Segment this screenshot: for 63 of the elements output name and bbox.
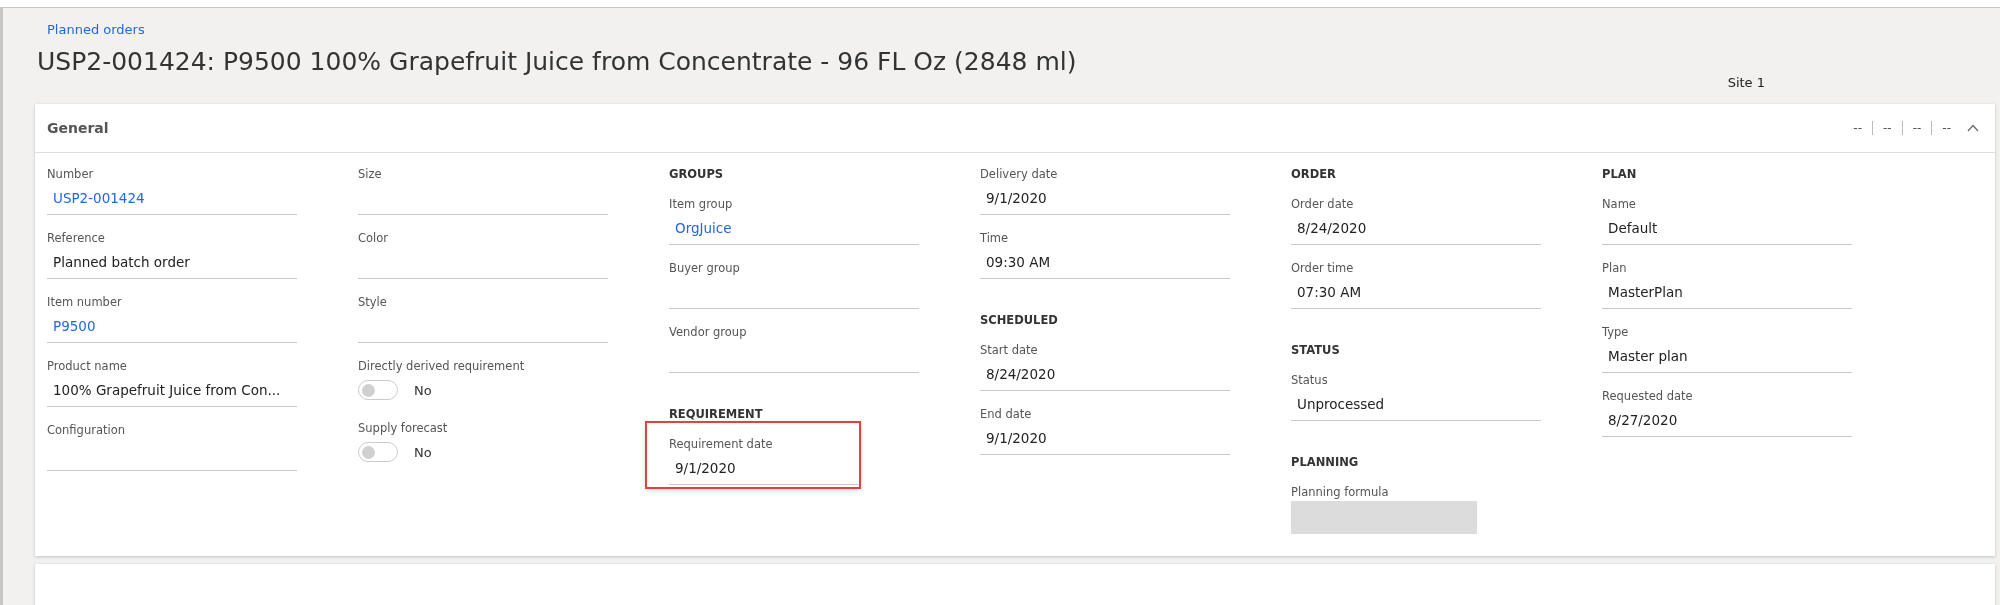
link-field[interactable]: OrgJuice <box>669 211 919 245</box>
field-label: Type <box>1602 325 1629 339</box>
section-heading: PLAN <box>1602 167 1637 181</box>
field-label: Status <box>1291 373 1328 387</box>
input-field[interactable]: 9/1/2020 <box>980 181 1230 215</box>
field-label: Requirement date <box>669 437 773 451</box>
summary-value: -- <box>1941 121 1952 135</box>
toggle-switch[interactable] <box>358 380 398 400</box>
summary-value: -- <box>1843 121 1873 135</box>
section-heading: GROUPS <box>669 167 724 181</box>
input-field[interactable]: Default <box>1602 211 1852 245</box>
field-label: End date <box>980 407 1032 421</box>
link-field[interactable]: P9500 <box>47 309 297 343</box>
field-label: Item group <box>669 197 733 211</box>
field-label: Delivery date <box>980 167 1058 181</box>
summary-value: -- <box>1902 121 1933 135</box>
input-field[interactable]: 07:30 AM <box>1291 275 1541 309</box>
toggle-value: No <box>414 444 432 460</box>
input-field[interactable]: 8/27/2020 <box>1602 403 1852 437</box>
field-label: Planning formula <box>1291 485 1389 499</box>
field-label: Configuration <box>47 423 125 437</box>
field-label: Style <box>358 295 387 309</box>
section-heading: SCHEDULED <box>980 313 1058 327</box>
site-label: Site 1 <box>1727 75 1765 90</box>
input-field[interactable]: 8/24/2020 <box>980 357 1230 391</box>
section-heading: REQUIREMENT <box>669 407 763 421</box>
field-label: Item number <box>47 295 122 309</box>
input-field[interactable]: 09:30 AM <box>980 245 1230 279</box>
section-heading: STATUS <box>1291 343 1340 357</box>
field-label: Order date <box>1291 197 1354 211</box>
input-field[interactable]: 100% Grapefruit Juice from Con... <box>47 373 297 407</box>
section-heading: ORDER <box>1291 167 1336 181</box>
input-field[interactable]: 9/1/2020 <box>980 421 1230 455</box>
summary-value: -- <box>1873 121 1903 135</box>
field-label: Number <box>47 167 94 181</box>
section-heading: PLANNING <box>1291 455 1359 469</box>
field-label: Supply forecast <box>358 421 448 435</box>
field-label: Requested date <box>1602 389 1693 403</box>
field-label: Order time <box>1291 261 1354 275</box>
field-label: Directly derived requirement <box>358 359 525 373</box>
field-label: Size <box>358 167 382 181</box>
input-field[interactable]: Master plan <box>1602 339 1852 373</box>
field-label: Time <box>980 231 1009 245</box>
input-field[interactable]: MasterPlan <box>1602 275 1852 309</box>
page-title: USP2-001424: P9500 100% Grapefruit Juice from Concentrate - 96 FL Oz (2848 ml) <box>37 47 1077 76</box>
field-label: Product name <box>47 359 127 373</box>
input-field[interactable]: 9/1/2020 <box>669 451 859 485</box>
input-field[interactable]: Planned batch order <box>47 245 297 279</box>
field-label: Reference <box>47 231 105 245</box>
breadcrumb-link[interactable]: Planned orders <box>47 22 145 37</box>
section-header[interactable]: General <box>47 120 109 136</box>
input-field[interactable]: Unprocessed <box>1291 387 1541 421</box>
field-label: Color <box>358 231 389 245</box>
link-field[interactable]: USP2-001424 <box>47 181 297 215</box>
toggle-value: No <box>414 382 432 398</box>
field-label: Vendor group <box>669 325 747 339</box>
field-label: Name <box>1602 197 1636 211</box>
chevron-up-icon[interactable] <box>1967 124 1979 132</box>
field-label: Plan <box>1602 261 1627 275</box>
input-field[interactable]: 8/24/2020 <box>1291 211 1541 245</box>
field-label: Buyer group <box>669 261 740 275</box>
toggle-switch[interactable] <box>358 442 398 462</box>
field-label: Start date <box>980 343 1038 357</box>
